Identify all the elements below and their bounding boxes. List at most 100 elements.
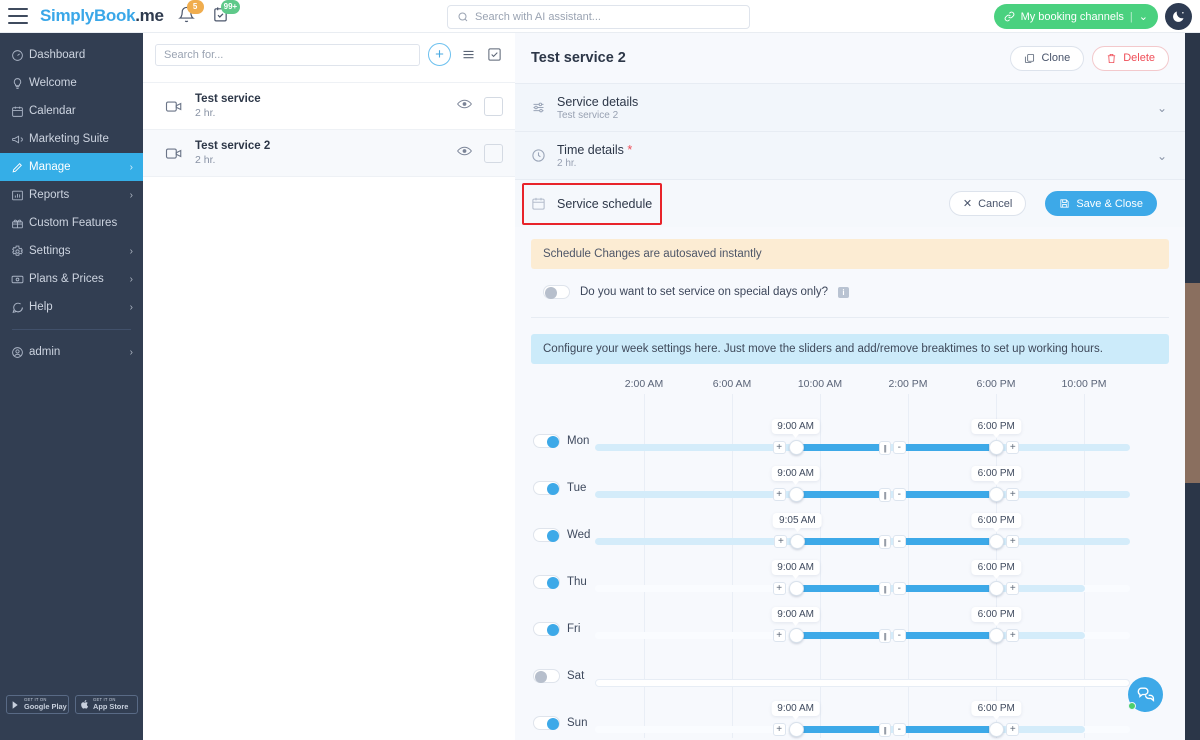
schedule-day-row: Sat xyxy=(515,655,1185,702)
day-toggle-mon[interactable] xyxy=(533,434,560,448)
cancel-button[interactable]: ✕ Cancel xyxy=(949,191,1026,216)
chevron-right-icon: › xyxy=(130,347,133,358)
toggle-knob xyxy=(547,624,559,636)
eye-icon[interactable] xyxy=(457,144,472,162)
tasks-button[interactable]: 99+ xyxy=(212,6,232,26)
section-service-details[interactable]: Service details Test service 2 ⌄ xyxy=(515,83,1185,131)
add-service-button[interactable]: + xyxy=(428,43,451,66)
remove-break-button[interactable]: - xyxy=(893,488,906,501)
add-time-after-button[interactable]: + xyxy=(1006,441,1019,454)
info-icon[interactable]: i xyxy=(838,287,849,298)
day-toggle-sun[interactable] xyxy=(533,716,560,730)
special-days-toggle[interactable] xyxy=(543,285,570,299)
sidebar-item-welcome[interactable]: Welcome xyxy=(0,69,143,97)
sidebar-item-marketing-suite[interactable]: Marketing Suite xyxy=(0,125,143,153)
clone-button[interactable]: Clone xyxy=(1010,46,1084,71)
start-time-bubble: 9:05 AM xyxy=(773,513,822,528)
break-marker[interactable]: || xyxy=(879,629,891,643)
add-time-before-button[interactable]: + xyxy=(773,488,786,501)
remove-break-button[interactable]: - xyxy=(893,582,906,595)
hamburger-icon[interactable] xyxy=(8,8,28,24)
sidebar-item-reports[interactable]: Reports › xyxy=(0,181,143,209)
chat-widget-button[interactable] xyxy=(1128,677,1163,712)
sidebar-item-manage[interactable]: Manage › xyxy=(0,153,143,181)
end-handle[interactable] xyxy=(989,581,1004,596)
row-checkbox[interactable] xyxy=(484,144,503,163)
theme-toggle-button[interactable] xyxy=(1165,3,1192,30)
end-handle[interactable] xyxy=(989,440,1004,455)
service-search-input[interactable]: Search for... xyxy=(155,44,420,66)
break-marker[interactable]: || xyxy=(879,535,891,549)
day-toggle-sat[interactable] xyxy=(533,669,560,683)
sidebar-item-help[interactable]: Help › xyxy=(0,293,143,321)
start-handle[interactable] xyxy=(789,581,804,596)
add-time-before-button[interactable]: + xyxy=(774,535,787,548)
remove-break-button[interactable]: - xyxy=(893,535,906,548)
day-track[interactable] xyxy=(595,679,1130,687)
table-row[interactable]: Test service 2 2 hr. xyxy=(143,130,515,177)
start-handle[interactable] xyxy=(789,440,804,455)
end-handle[interactable] xyxy=(989,534,1004,549)
end-handle[interactable] xyxy=(989,722,1004,737)
add-time-after-button[interactable]: + xyxy=(1006,723,1019,736)
online-status-dot xyxy=(1128,702,1136,710)
section-time-details[interactable]: Time details * 2 hr. ⌄ xyxy=(515,131,1185,179)
start-handle[interactable] xyxy=(789,628,804,643)
day-toggle-wed[interactable] xyxy=(533,528,560,542)
my-booking-channels-button[interactable]: My booking channels | ⌄ xyxy=(994,4,1158,29)
chevron-down-icon[interactable]: ⌄ xyxy=(1139,10,1148,23)
start-handle[interactable] xyxy=(789,722,804,737)
schedule-day-row: Sun+||-+9:00 AM6:00 PM xyxy=(515,702,1185,740)
remove-break-button[interactable]: - xyxy=(893,629,906,642)
schedule-day-row: Thu+||-+9:00 AM6:00 PM xyxy=(515,561,1185,608)
app-store-badge[interactable]: GET IT ON App Store xyxy=(75,695,138,714)
sidebar-item-settings[interactable]: Settings › xyxy=(0,237,143,265)
delete-button[interactable]: Delete xyxy=(1092,46,1169,71)
add-time-before-button[interactable]: + xyxy=(773,723,786,736)
brand-logo[interactable]: SimplyBook.me xyxy=(40,6,164,26)
list-options-icon[interactable] xyxy=(459,46,477,64)
toggle-knob xyxy=(545,287,557,299)
ai-search-input[interactable]: Search with AI assistant... xyxy=(447,5,750,29)
break-marker[interactable]: || xyxy=(879,723,891,737)
add-time-before-button[interactable]: + xyxy=(773,629,786,642)
section-texts: Service details Test service 2 xyxy=(557,95,638,121)
section-service-schedule[interactable]: Service schedule ✕ Cancel Save & Close xyxy=(515,179,1185,227)
chevron-right-icon: › xyxy=(130,302,133,313)
day-toggle-tue[interactable] xyxy=(533,481,560,495)
google-play-badge[interactable]: GET IT ON Google Play xyxy=(6,695,69,714)
add-time-before-button[interactable]: + xyxy=(773,582,786,595)
page-title: Test service 2 xyxy=(531,50,1002,66)
end-handle[interactable] xyxy=(989,487,1004,502)
sidebar-item-account[interactable]: admin › xyxy=(0,338,143,366)
day-toggle-thu[interactable] xyxy=(533,575,560,589)
row-checkbox[interactable] xyxy=(484,97,503,116)
table-row[interactable]: Test service 2 hr. xyxy=(143,83,515,130)
add-time-after-button[interactable]: + xyxy=(1006,535,1019,548)
chevron-down-icon[interactable]: ⌄ xyxy=(1157,101,1167,115)
end-handle[interactable] xyxy=(989,628,1004,643)
day-toggle-fri[interactable] xyxy=(533,622,560,636)
add-time-before-button[interactable]: + xyxy=(773,441,786,454)
sidebar-item-custom-features[interactable]: Custom Features xyxy=(0,209,143,237)
service-duration: 2 hr. xyxy=(195,153,445,167)
notifications-button[interactable]: 5 xyxy=(178,6,198,26)
remove-break-button[interactable]: - xyxy=(893,723,906,736)
add-time-after-button[interactable]: + xyxy=(1006,629,1019,642)
remove-break-button[interactable]: - xyxy=(893,441,906,454)
tasks-badge: 99+ xyxy=(221,0,241,14)
add-time-after-button[interactable]: + xyxy=(1006,488,1019,501)
start-handle[interactable] xyxy=(789,487,804,502)
break-marker[interactable]: || xyxy=(879,488,891,502)
save-close-button[interactable]: Save & Close xyxy=(1045,191,1157,216)
sidebar-item-plans-prices[interactable]: Plans & Prices › xyxy=(0,265,143,293)
eye-icon[interactable] xyxy=(457,97,472,115)
break-marker[interactable]: || xyxy=(879,441,891,455)
add-time-after-button[interactable]: + xyxy=(1006,582,1019,595)
start-handle[interactable] xyxy=(790,534,805,549)
break-marker[interactable]: || xyxy=(879,582,891,596)
sidebar-item-calendar[interactable]: Calendar xyxy=(0,97,143,125)
select-all-icon[interactable] xyxy=(485,46,503,64)
sidebar-item-dashboard[interactable]: Dashboard xyxy=(0,41,143,69)
chevron-down-icon[interactable]: ⌄ xyxy=(1157,149,1167,163)
